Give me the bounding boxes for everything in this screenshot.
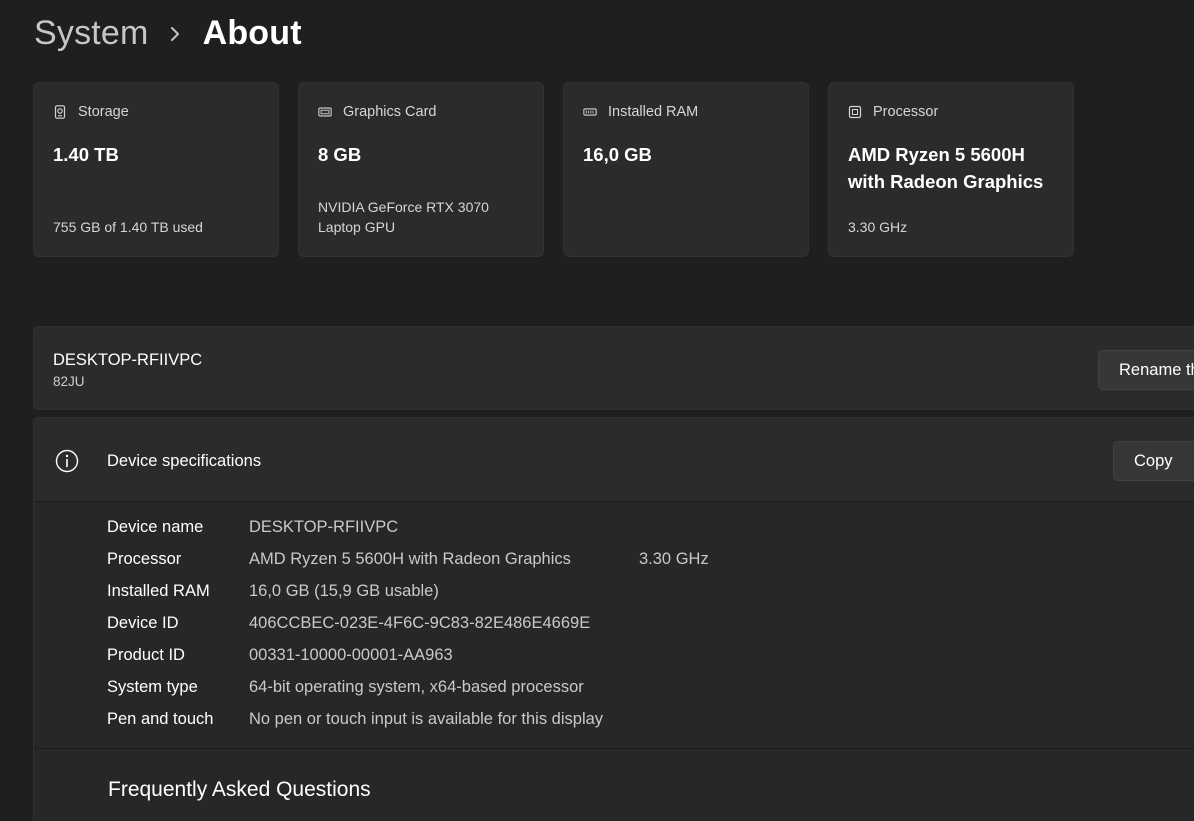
- processor-icon: [848, 105, 862, 119]
- spec-key: System type: [107, 678, 198, 696]
- spec-key: Device ID: [107, 614, 179, 632]
- info-icon: [55, 449, 79, 473]
- card-label: Installed RAM: [608, 104, 699, 120]
- spec-key: Product ID: [107, 646, 185, 664]
- specifications-title: Device specifications: [107, 452, 262, 470]
- card-subtext: 3.30 GHz: [848, 219, 908, 235]
- card-value: 8 GB: [318, 144, 362, 165]
- spec-value: No pen or touch input is available for t…: [249, 710, 604, 728]
- device-specifications-panel: Device specifications Copy Device name D…: [33, 417, 1194, 821]
- spec-key: Processor: [107, 550, 182, 568]
- storage-icon: [53, 105, 67, 119]
- spec-key: Pen and touch: [107, 710, 214, 728]
- card-value: 16,0 GB: [583, 144, 652, 165]
- installed-ram-card[interactable]: Installed RAM 16,0 GB: [563, 82, 809, 257]
- chevron-right-icon: [169, 26, 181, 42]
- device-specifications-header[interactable]: Device specifications Copy: [34, 418, 1194, 502]
- storage-card[interactable]: Storage 1.40 TB 755 GB of 1.40 TB used: [33, 82, 279, 257]
- spec-key: Installed RAM: [107, 582, 210, 600]
- card-label: Storage: [78, 104, 129, 120]
- graphics-card-icon: [318, 105, 332, 119]
- device-model: 82JU: [53, 374, 85, 389]
- spec-key: Device name: [107, 518, 204, 536]
- card-header: Installed RAM: [583, 104, 698, 120]
- faq-section[interactable]: Frequently Asked Questions: [34, 748, 1194, 821]
- rename-pc-button[interactable]: Rename this PC: [1098, 350, 1194, 390]
- card-header: Storage: [53, 104, 129, 120]
- copy-button[interactable]: Copy: [1113, 441, 1194, 481]
- breadcrumb-system-link[interactable]: System: [34, 14, 149, 53]
- spec-value: DESKTOP-RFIIVPC: [249, 518, 399, 536]
- page-title: About: [202, 14, 302, 52]
- spec-value: 00331-10000-00001-AA963: [249, 646, 453, 664]
- processor-card[interactable]: Processor AMD Ryzen 5 5600H with Radeon …: [828, 82, 1074, 257]
- device-name: DESKTOP-RFIIVPC: [53, 351, 203, 369]
- device-name-row: DESKTOP-RFIIVPC 82JU Rename this PC: [33, 326, 1194, 410]
- card-header: Graphics Card: [318, 104, 436, 120]
- faq-title: Frequently Asked Questions: [108, 778, 371, 801]
- graphics-card-card[interactable]: Graphics Card 8 GB NVIDIA GeForce RTX 30…: [298, 82, 544, 257]
- card-value: 1.40 TB: [53, 144, 119, 165]
- breadcrumb: System About: [34, 14, 302, 53]
- card-header: Processor: [848, 104, 938, 120]
- spec-value: AMD Ryzen 5 5600H with Radeon Graphics: [249, 550, 571, 568]
- card-value: AMD Ryzen 5 5600H with Radeon Graphics: [848, 144, 1044, 192]
- card-subtext: 755 GB of 1.40 TB used: [53, 219, 203, 235]
- spec-value: 406CCBEC-023E-4F6C-9C83-82E486E4669E: [249, 614, 591, 632]
- spec-value-clock-speed: 3.30 GHz: [639, 550, 709, 568]
- spec-value: 16,0 GB (15,9 GB usable): [249, 582, 439, 600]
- spec-value: 64-bit operating system, x64-based proce…: [249, 678, 584, 696]
- card-label: Graphics Card: [343, 104, 437, 120]
- settings-about-page: System About Storage 1.40 TB 755 GB of 1…: [0, 0, 1194, 821]
- memory-icon: [583, 105, 597, 119]
- card-label: Processor: [873, 104, 939, 120]
- card-subtext: NVIDIA GeForce RTX 3070 Laptop GPU: [318, 199, 489, 235]
